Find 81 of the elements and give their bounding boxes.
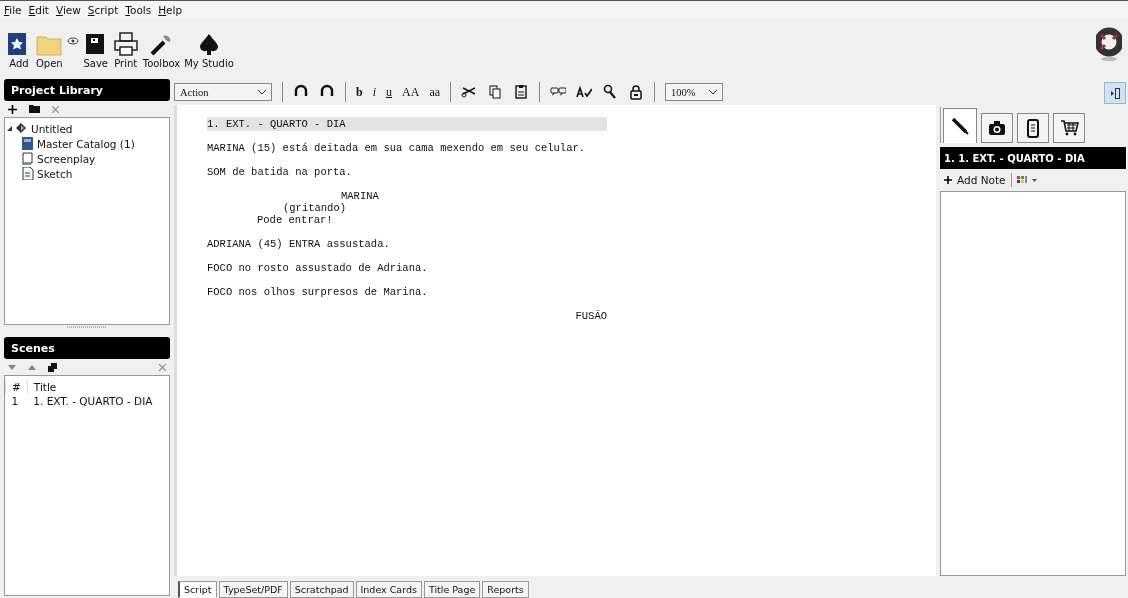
print-button[interactable]: Print [112, 32, 139, 69]
character-name[interactable]: MARINA [341, 190, 379, 202]
element-type-dropdown[interactable]: Action [174, 83, 272, 101]
table-cell: 1 [5, 394, 28, 408]
diamond-icon [15, 122, 28, 135]
expanded-triangle-icon[interactable] [7, 126, 12, 131]
lock-icon[interactable] [628, 84, 645, 100]
down-arrow-icon[interactable] [8, 364, 16, 370]
menu-item[interactable]: Tools [125, 4, 152, 16]
menu-item[interactable]: Help [158, 4, 183, 16]
scene-title: 1. 1. EXT. - QUARTO - DIA [944, 152, 1085, 164]
tab[interactable]: Scratchpad [289, 581, 354, 598]
transition-line[interactable]: FUSÃO [575, 310, 607, 322]
column-header[interactable]: # [5, 380, 28, 394]
close-icon[interactable] [52, 105, 59, 113]
add-icon[interactable] [8, 104, 17, 114]
chevron-down-icon [709, 89, 718, 95]
tab[interactable]: Reports [482, 581, 529, 598]
action-line[interactable]: ADRIANA (45) ENTRA assustada. [207, 238, 390, 250]
pen-icon [950, 116, 970, 136]
dialogue-line[interactable]: Pode entrar! [257, 214, 333, 226]
phone-tab[interactable] [1017, 113, 1049, 143]
tab[interactable]: Title Page [423, 581, 481, 598]
copy-icon[interactable] [487, 84, 504, 100]
cart-tab[interactable] [1053, 113, 1085, 143]
toolbox-button[interactable]: Toolbox [142, 32, 181, 69]
tree-item[interactable]: Master Catalog (1) [37, 137, 135, 150]
caret-icon[interactable] [1031, 178, 1037, 182]
lifebuoy-logo-icon [1096, 27, 1122, 63]
panel-title: Scenes [11, 341, 55, 355]
splitter-handle-icon[interactable] [67, 325, 107, 329]
cart-icon [1059, 118, 1079, 138]
document-icon [21, 167, 34, 180]
save-button[interactable]: Save [82, 32, 109, 69]
dock-icon [1110, 87, 1120, 99]
book-icon [21, 137, 34, 150]
tab[interactable]: Index Cards [355, 581, 422, 598]
scissors-icon[interactable] [461, 84, 478, 100]
tree-item[interactable]: Sketch [37, 167, 73, 180]
folder-icon[interactable] [29, 105, 40, 113]
squares-icon[interactable] [48, 362, 57, 372]
printer-icon [112, 32, 139, 56]
menu-item[interactable]: View [55, 4, 81, 16]
close-icon[interactable] [159, 363, 166, 371]
menu-item[interactable]: Script [87, 4, 119, 16]
tab[interactable]: Script [178, 581, 217, 598]
studio-button[interactable]: My Studio [184, 32, 234, 69]
format-button[interactable]: b [356, 84, 363, 100]
chevron-down-icon [258, 89, 266, 95]
tree-item[interactable]: Screenplay [37, 152, 96, 165]
dock-button[interactable] [1104, 82, 1126, 104]
up-arrow-icon[interactable] [28, 364, 36, 370]
tab[interactable]: TypeSet/PDF [218, 581, 288, 598]
open-button[interactable]: Open [36, 32, 63, 69]
menu-item[interactable]: File [4, 4, 22, 16]
add-note-button[interactable]: Add Note [944, 174, 1006, 186]
color-grid-icon[interactable] [1016, 176, 1027, 184]
tree-item[interactable]: Untitled [31, 122, 73, 135]
table-cell[interactable]: 1. EXT. - QUARTO - DIA [27, 394, 159, 408]
scroll-icon [21, 152, 34, 165]
parenthetical-line[interactable]: (gritando) [283, 202, 346, 214]
add-button[interactable]: Add [6, 32, 32, 69]
format-button[interactable]: aa [429, 84, 441, 100]
format-button[interactable]: AA [402, 84, 420, 100]
pen-tab[interactable] [943, 108, 977, 143]
column-header[interactable]: Title [27, 380, 159, 394]
action-line[interactable]: FOCO no rosto assustado de Adriana. [207, 262, 428, 274]
plus-icon [944, 176, 952, 184]
menu-item[interactable]: Edit [28, 4, 49, 16]
camera-icon [987, 118, 1007, 138]
spellcheck-icon[interactable] [576, 84, 593, 100]
action-line[interactable]: FOCO nos olhos surpresos de Marina. [207, 286, 428, 298]
format-button[interactable]: u [386, 84, 393, 100]
zoom-dropdown[interactable]: 100% [665, 83, 724, 101]
action-line[interactable]: SOM de batida na porta. [207, 166, 352, 178]
camera-tab[interactable] [981, 113, 1013, 143]
clipboard-icon[interactable] [513, 84, 530, 100]
search-icon[interactable] [602, 84, 619, 100]
action-line[interactable]: MARINA (15) está deitada em sua cama mexendo em seu celular. [207, 142, 586, 154]
format-button[interactable]: i [372, 84, 377, 100]
panel-title: Project Library [11, 83, 103, 97]
